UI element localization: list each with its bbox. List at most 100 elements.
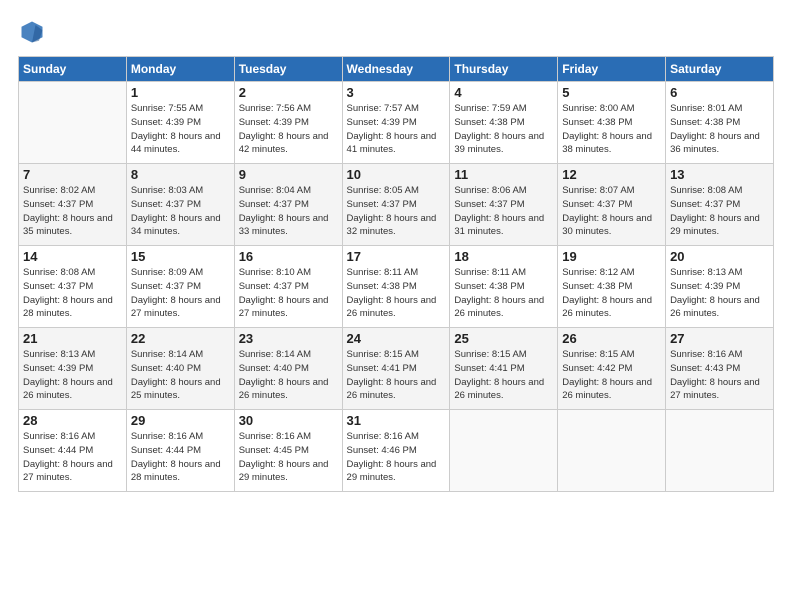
day-number: 16 [239, 249, 338, 264]
day-number: 13 [670, 167, 769, 182]
calendar-cell: 24 Sunrise: 8:15 AMSunset: 4:41 PMDayligh… [342, 328, 450, 410]
day-number: 21 [23, 331, 122, 346]
header [18, 18, 774, 46]
calendar-cell: 6 Sunrise: 8:01 AMSunset: 4:38 PMDaylight… [666, 82, 774, 164]
day-info: Sunrise: 8:14 AMSunset: 4:40 PMDaylight:… [131, 348, 230, 403]
day-info: Sunrise: 8:11 AMSunset: 4:38 PMDaylight:… [347, 266, 446, 321]
calendar-cell: 16 Sunrise: 8:10 AMSunset: 4:37 PMDayligh… [234, 246, 342, 328]
calendar-cell: 21 Sunrise: 8:13 AMSunset: 4:39 PMDayligh… [19, 328, 127, 410]
calendar-cell: 10 Sunrise: 8:05 AMSunset: 4:37 PMDayligh… [342, 164, 450, 246]
day-number: 7 [23, 167, 122, 182]
day-number: 30 [239, 413, 338, 428]
calendar-cell: 3 Sunrise: 7:57 AMSunset: 4:39 PMDaylight… [342, 82, 450, 164]
day-info: Sunrise: 8:04 AMSunset: 4:37 PMDaylight:… [239, 184, 338, 239]
day-number: 26 [562, 331, 661, 346]
calendar-table: SundayMondayTuesdayWednesdayThursdayFrid… [18, 56, 774, 492]
calendar-cell: 26Sunrise: 8:15 AMSunset: 4:42 PMDayligh… [558, 328, 666, 410]
day-number: 2 [239, 85, 338, 100]
day-info: Sunrise: 7:55 AMSunset: 4:39 PMDaylight:… [131, 102, 230, 157]
day-info: Sunrise: 8:00 AMSunset: 4:38 PMDaylight:… [562, 102, 661, 157]
day-number: 1 [131, 85, 230, 100]
logo [18, 18, 50, 46]
day-number: 11 [454, 167, 553, 182]
day-info: Sunrise: 8:08 AMSunset: 4:37 PMDaylight:… [670, 184, 769, 239]
day-info: Sunrise: 8:16 AMSunset: 4:44 PMDaylight:… [131, 430, 230, 485]
day-info: Sunrise: 8:08 AMSunset: 4:37 PMDaylight:… [23, 266, 122, 321]
day-info: Sunrise: 8:05 AMSunset: 4:37 PMDaylight:… [347, 184, 446, 239]
day-info: Sunrise: 8:12 AMSunset: 4:38 PMDaylight:… [562, 266, 661, 321]
day-number: 9 [239, 167, 338, 182]
calendar-cell [558, 410, 666, 492]
day-number: 15 [131, 249, 230, 264]
calendar-cell: 20 Sunrise: 8:13 AMSunset: 4:39 PMDayligh… [666, 246, 774, 328]
calendar-cell: 12Sunrise: 8:07 AMSunset: 4:37 PMDayligh… [558, 164, 666, 246]
day-info: Sunrise: 8:16 AMSunset: 4:45 PMDaylight:… [239, 430, 338, 485]
calendar-cell: 1 Sunrise: 7:55 AMSunset: 4:39 PMDaylight… [126, 82, 234, 164]
day-number: 31 [347, 413, 446, 428]
weekday-header: Saturday [666, 57, 774, 82]
calendar-cell: 28 Sunrise: 8:16 AMSunset: 4:44 PMDayligh… [19, 410, 127, 492]
day-info: Sunrise: 8:16 AMSunset: 4:44 PMDaylight:… [23, 430, 122, 485]
day-info: Sunrise: 8:16 AMSunset: 4:46 PMDaylight:… [347, 430, 446, 485]
day-info: Sunrise: 8:13 AMSunset: 4:39 PMDaylight:… [670, 266, 769, 321]
day-info: Sunrise: 8:11 AMSunset: 4:38 PMDaylight:… [454, 266, 553, 321]
day-number: 17 [347, 249, 446, 264]
day-number: 28 [23, 413, 122, 428]
calendar-cell: 4 Sunrise: 7:59 AMSunset: 4:38 PMDaylight… [450, 82, 558, 164]
calendar-cell: 14 Sunrise: 8:08 AMSunset: 4:37 PMDayligh… [19, 246, 127, 328]
day-info: Sunrise: 8:01 AMSunset: 4:38 PMDaylight:… [670, 102, 769, 157]
day-number: 23 [239, 331, 338, 346]
calendar-cell: 30 Sunrise: 8:16 AMSunset: 4:45 PMDayligh… [234, 410, 342, 492]
day-number: 14 [23, 249, 122, 264]
calendar-cell: 2Sunrise: 7:56 AMSunset: 4:39 PMDaylight… [234, 82, 342, 164]
day-number: 3 [347, 85, 446, 100]
day-info: Sunrise: 8:09 AMSunset: 4:37 PMDaylight:… [131, 266, 230, 321]
day-number: 8 [131, 167, 230, 182]
calendar-cell: 7 Sunrise: 8:02 AMSunset: 4:37 PMDaylight… [19, 164, 127, 246]
day-number: 6 [670, 85, 769, 100]
calendar-cell: 13 Sunrise: 8:08 AMSunset: 4:37 PMDayligh… [666, 164, 774, 246]
day-number: 24 [347, 331, 446, 346]
day-number: 22 [131, 331, 230, 346]
calendar-cell [19, 82, 127, 164]
logo-icon [18, 18, 46, 46]
calendar-cell: 25 Sunrise: 8:15 AMSunset: 4:41 PMDayligh… [450, 328, 558, 410]
weekday-header: Friday [558, 57, 666, 82]
calendar-cell [666, 410, 774, 492]
calendar-cell: 15 Sunrise: 8:09 AMSunset: 4:37 PMDayligh… [126, 246, 234, 328]
calendar-cell: 9 Sunrise: 8:04 AMSunset: 4:37 PMDaylight… [234, 164, 342, 246]
day-info: Sunrise: 8:14 AMSunset: 4:40 PMDaylight:… [239, 348, 338, 403]
weekday-header: Thursday [450, 57, 558, 82]
day-info: Sunrise: 8:06 AMSunset: 4:37 PMDaylight:… [454, 184, 553, 239]
weekday-header: Monday [126, 57, 234, 82]
calendar-cell [450, 410, 558, 492]
day-number: 19 [562, 249, 661, 264]
day-number: 20 [670, 249, 769, 264]
day-number: 5 [562, 85, 661, 100]
calendar-cell: 23 Sunrise: 8:14 AMSunset: 4:40 PMDayligh… [234, 328, 342, 410]
day-number: 27 [670, 331, 769, 346]
weekday-header: Tuesday [234, 57, 342, 82]
day-number: 4 [454, 85, 553, 100]
weekday-header: Wednesday [342, 57, 450, 82]
calendar-cell: 22 Sunrise: 8:14 AMSunset: 4:40 PMDayligh… [126, 328, 234, 410]
calendar-cell: 31 Sunrise: 8:16 AMSunset: 4:46 PMDayligh… [342, 410, 450, 492]
day-info: Sunrise: 7:57 AMSunset: 4:39 PMDaylight:… [347, 102, 446, 157]
day-info: Sunrise: 8:02 AMSunset: 4:37 PMDaylight:… [23, 184, 122, 239]
day-number: 29 [131, 413, 230, 428]
day-number: 10 [347, 167, 446, 182]
day-info: Sunrise: 8:10 AMSunset: 4:37 PMDaylight:… [239, 266, 338, 321]
calendar-cell: 19 Sunrise: 8:12 AMSunset: 4:38 PMDayligh… [558, 246, 666, 328]
day-info: Sunrise: 8:03 AMSunset: 4:37 PMDaylight:… [131, 184, 230, 239]
day-info: Sunrise: 8:15 AMSunset: 4:41 PMDaylight:… [454, 348, 553, 403]
day-number: 12 [562, 167, 661, 182]
calendar-cell: 29 Sunrise: 8:16 AMSunset: 4:44 PMDayligh… [126, 410, 234, 492]
calendar-cell: 17 Sunrise: 8:11 AMSunset: 4:38 PMDayligh… [342, 246, 450, 328]
day-info: Sunrise: 8:16 AMSunset: 4:43 PMDaylight:… [670, 348, 769, 403]
day-number: 25 [454, 331, 553, 346]
day-info: Sunrise: 7:59 AMSunset: 4:38 PMDaylight:… [454, 102, 553, 157]
day-info: Sunrise: 8:13 AMSunset: 4:39 PMDaylight:… [23, 348, 122, 403]
day-number: 18 [454, 249, 553, 264]
calendar-cell: 18 Sunrise: 8:11 AMSunset: 4:38 PMDayligh… [450, 246, 558, 328]
day-info: Sunrise: 8:15 AMSunset: 4:41 PMDaylight:… [347, 348, 446, 403]
